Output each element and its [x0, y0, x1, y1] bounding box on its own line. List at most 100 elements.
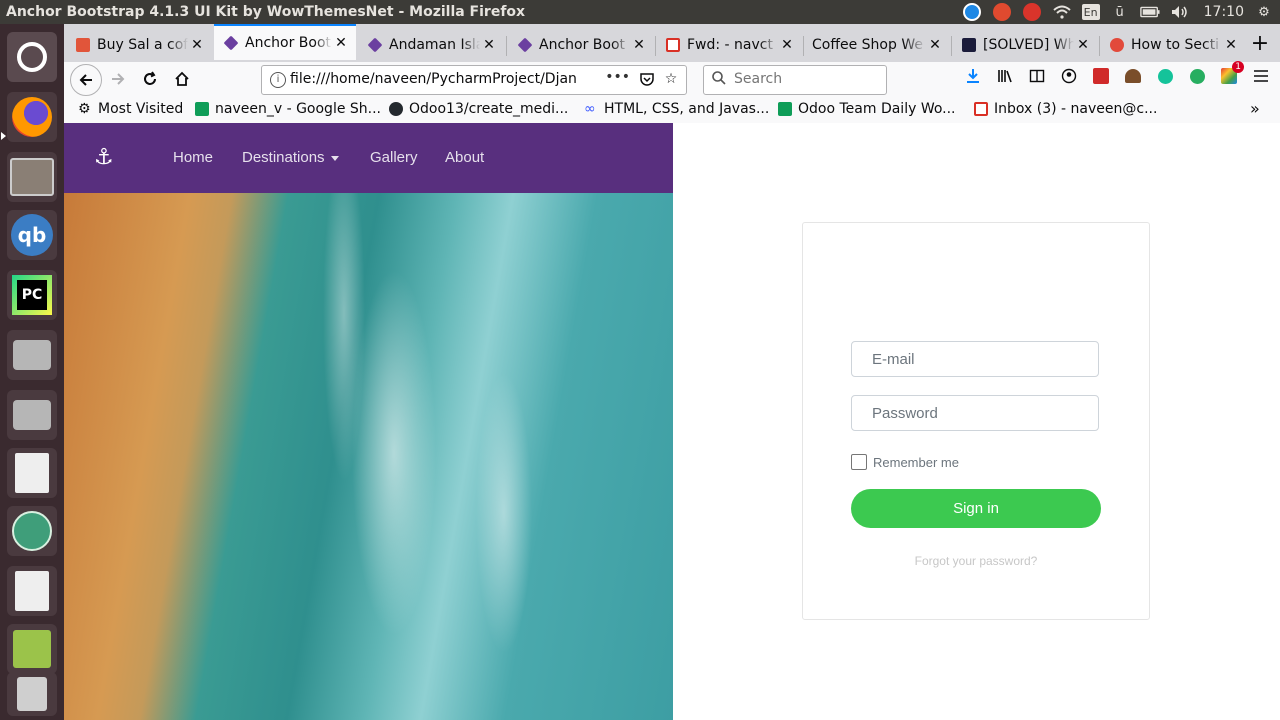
tab-solved[interactable]: [SOLVED] Wh ✕: [952, 28, 1098, 62]
arrow-right-icon: [112, 73, 125, 85]
cube-icon: [223, 35, 239, 51]
text-editor-icon-2[interactable]: [7, 566, 57, 616]
gear-icon: ⚙: [78, 101, 91, 117]
volume-icon[interactable]: [1170, 2, 1190, 22]
url-text[interactable]: file:///home/naveen/PycharmProject/Djan: [290, 71, 580, 87]
close-tab-icon[interactable]: ✕: [1222, 37, 1240, 53]
tab-buy-sal-coffee[interactable]: Buy Sal a cof ✕: [66, 28, 212, 62]
bluetooth-icon[interactable]: ū: [1110, 2, 1130, 22]
close-tab-icon[interactable]: ✕: [778, 37, 796, 53]
remember-me[interactable]: Remember me: [851, 454, 959, 470]
library-icon[interactable]: [996, 67, 1014, 85]
disk-drive-icon-2[interactable]: [7, 390, 57, 440]
reload-icon: [144, 71, 156, 85]
bookmark-most-visited[interactable]: ⚙ Most Visited: [78, 101, 183, 117]
grammarly-icon[interactable]: [1156, 67, 1174, 85]
sheets-icon: [778, 102, 792, 116]
qbittorrent-icon[interactable]: qb: [7, 210, 57, 260]
wifi-icon[interactable]: [1052, 2, 1072, 22]
color-picker-extension-icon[interactable]: [1092, 67, 1110, 85]
battery-icon[interactable]: [1139, 2, 1160, 22]
anchor-icon[interactable]: ⚓: [94, 145, 114, 170]
new-tab-button[interactable]: +: [1246, 30, 1274, 58]
system-tray: En ū 17:10 ⚙: [962, 0, 1274, 24]
incognito-extension-icon[interactable]: [1124, 67, 1142, 85]
email-field[interactable]: [851, 341, 1099, 377]
close-tab-icon[interactable]: ✕: [480, 37, 498, 53]
disk-drive-icon[interactable]: [7, 330, 57, 380]
password-field[interactable]: [851, 395, 1099, 431]
tab-fwd-navct[interactable]: Fwd: - navct ✕: [656, 28, 802, 62]
github-icon: [389, 102, 403, 116]
nav-destinations-dropdown[interactable]: Destinations: [242, 149, 339, 166]
link-icon: ∞: [584, 101, 596, 117]
bookmark-google-sheets[interactable]: naveen_v - Google Sh...: [195, 101, 381, 117]
menu-hamburger-icon[interactable]: [1252, 67, 1270, 85]
atom-icon[interactable]: [7, 506, 57, 556]
nav-destinations-label: Destinations: [242, 149, 325, 166]
close-tab-icon[interactable]: ✕: [332, 35, 350, 51]
download-icon[interactable]: [964, 67, 982, 85]
bookmark-html-css-js[interactable]: ∞ HTML, CSS, and Javas...: [584, 101, 769, 117]
login-card: Remember me Sign in Forgot your password…: [802, 222, 1150, 620]
home-button[interactable]: [168, 65, 196, 93]
forgot-password-link[interactable]: Forgot your password?: [803, 554, 1149, 568]
forward-button[interactable]: [104, 65, 132, 93]
reader-view-icon[interactable]: [1028, 67, 1046, 85]
ubuntu-dash-icon[interactable]: [7, 32, 57, 82]
teamviewer-icon[interactable]: [962, 2, 982, 22]
tab-anchor-bootstrap-active[interactable]: Anchor Boot ✕: [214, 24, 356, 60]
text-editor-icon[interactable]: [7, 448, 57, 498]
tab-andaman-islands[interactable]: Andaman Isla ✕: [358, 28, 504, 62]
pycharm-icon[interactable]: PC: [7, 270, 57, 320]
bookmarks-overflow-chevron-icon[interactable]: »: [1250, 99, 1260, 118]
keyboard-layout-indicator[interactable]: En: [1081, 4, 1100, 20]
navigation-toolbar: i file:///home/naveen/PycharmProject/Dja…: [64, 61, 1280, 96]
site-navbar: ⚓ Home Destinations Gallery About: [64, 123, 673, 193]
url-bar[interactable]: i file:///home/naveen/PycharmProject/Dja…: [261, 65, 687, 95]
do-not-disturb-icon[interactable]: [1022, 2, 1042, 22]
quote-extension-icon[interactable]: [1188, 67, 1206, 85]
notification-extension-icon[interactable]: 1: [1220, 61, 1244, 85]
gmail-icon: [974, 102, 988, 116]
nav-home-link[interactable]: Home: [173, 149, 213, 166]
gmail-icon: [666, 38, 680, 52]
back-button[interactable]: [70, 64, 102, 96]
cube-icon: [517, 37, 533, 53]
firefox-icon[interactable]: [7, 92, 57, 142]
nav-about-link[interactable]: About: [445, 149, 484, 166]
tab-how-to-section[interactable]: How to Secti ✕: [1100, 28, 1246, 62]
page-actions-icon[interactable]: •••: [605, 69, 630, 85]
page-content: ⚓ Home Destinations Gallery About Rememb…: [64, 123, 1280, 720]
info-icon[interactable]: i: [270, 72, 286, 88]
gift-icon: [76, 38, 90, 52]
search-input[interactable]: [732, 70, 876, 88]
remember-me-checkbox[interactable]: [851, 454, 867, 470]
window-title: Anchor Bootstrap 4.1.3 UI Kit by WowThem…: [6, 4, 526, 20]
close-tab-icon[interactable]: ✕: [926, 37, 944, 53]
trash-icon[interactable]: [7, 672, 57, 716]
search-bar[interactable]: [703, 65, 887, 95]
bookmark-star-icon[interactable]: ☆: [662, 70, 680, 88]
search-files-icon[interactable]: [7, 624, 57, 674]
files-icon[interactable]: [7, 152, 57, 202]
bookmark-github-odoo[interactable]: Odoo13/create_medi...: [389, 101, 568, 117]
close-tab-icon[interactable]: ✕: [1074, 37, 1092, 53]
bookmark-odoo-team[interactable]: Odoo Team Daily Wo...: [778, 101, 956, 117]
tab-coffee-shop[interactable]: Coffee Shop We ✕: [804, 28, 950, 62]
settings-gear-icon[interactable]: ⚙: [1254, 2, 1274, 22]
nav-gallery-link[interactable]: Gallery: [370, 149, 418, 166]
bookmark-gmail-inbox[interactable]: Inbox (3) - naveen@c...: [974, 101, 1157, 117]
tab-strip: Buy Sal a cof ✕ Anchor Boot ✕ Andaman Is…: [64, 24, 1280, 62]
flower-icon: [1110, 38, 1124, 52]
reload-button[interactable]: [136, 65, 164, 93]
chrome-remote-icon[interactable]: [992, 2, 1012, 22]
caret-down-icon: [330, 155, 339, 161]
tab-anchor-bootstrap-2[interactable]: Anchor Boot ✕: [508, 28, 654, 62]
sign-in-button[interactable]: Sign in: [851, 489, 1101, 528]
pocket-icon[interactable]: [638, 70, 656, 88]
close-tab-icon[interactable]: ✕: [188, 37, 206, 53]
account-icon[interactable]: [1060, 67, 1078, 85]
clock[interactable]: 17:10: [1204, 4, 1244, 20]
close-tab-icon[interactable]: ✕: [630, 37, 648, 53]
